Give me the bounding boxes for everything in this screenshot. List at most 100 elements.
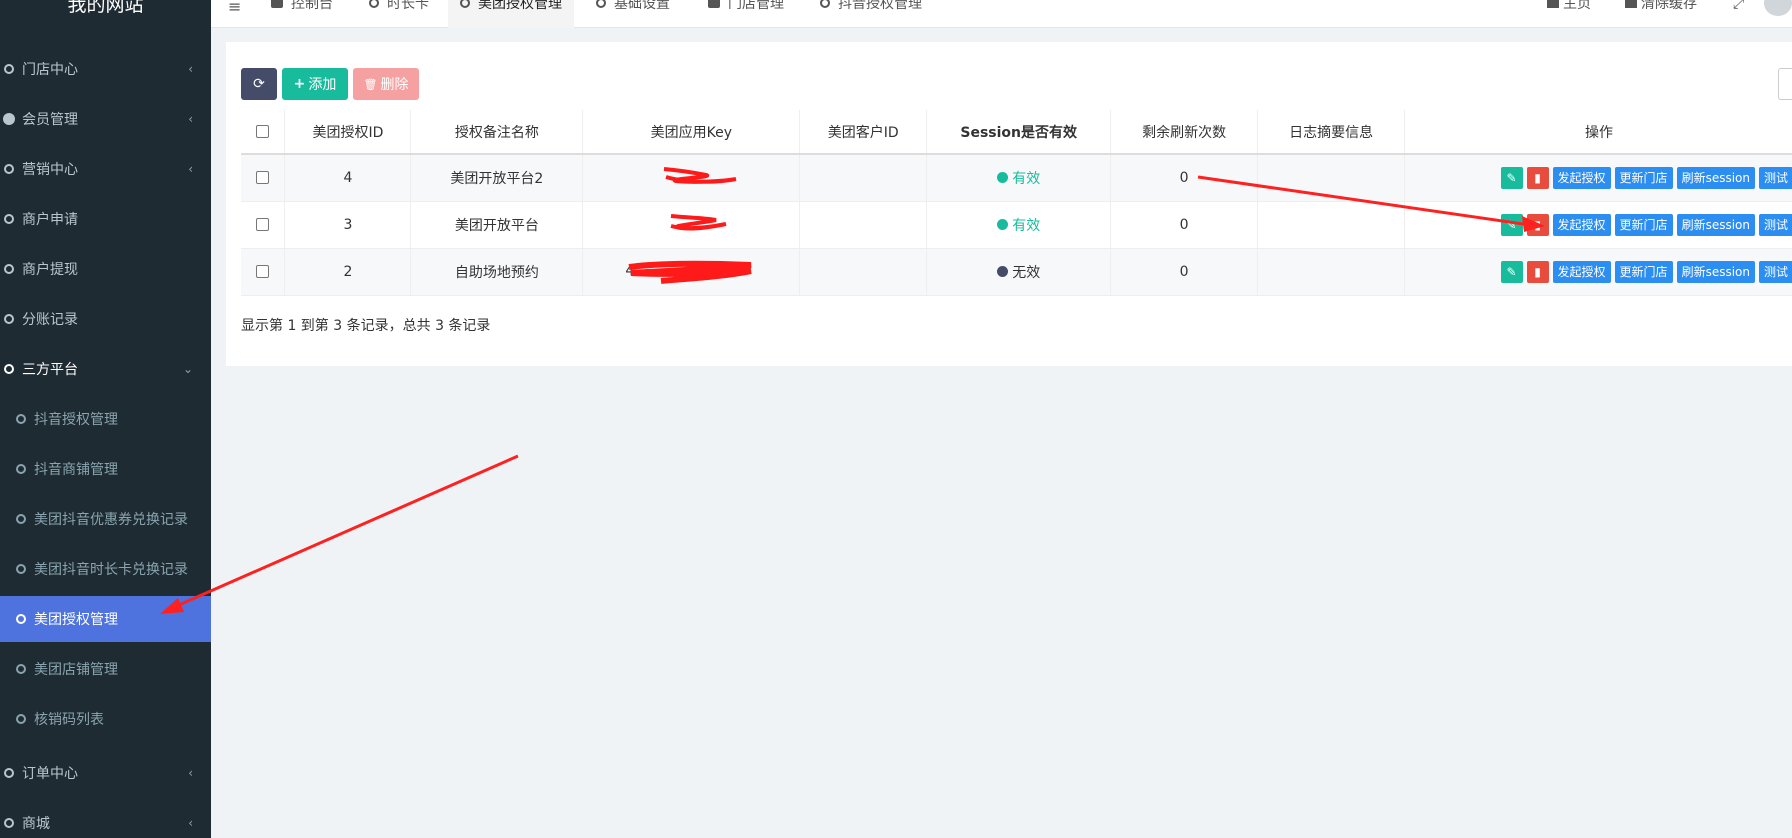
circle-icon	[4, 214, 14, 224]
select-all-checkbox[interactable]	[256, 125, 270, 138]
sidebar-subitem-label: 核销码列表	[34, 712, 104, 728]
tab-label: 美团授权管理	[478, 0, 562, 12]
tab-store-management[interactable]: 门店管理	[696, 0, 796, 28]
refresh-session-button[interactable]: 刷新session	[1676, 166, 1755, 189]
refresh-session-button[interactable]: 刷新session	[1676, 213, 1755, 236]
tab-label: 时长卡	[387, 0, 429, 12]
authorize-button[interactable]: 发起授权	[1552, 213, 1611, 236]
home-link[interactable]: 主页	[1547, 0, 1591, 11]
delete-row-button[interactable]: ▮	[1526, 213, 1549, 236]
edit-button[interactable]: ✎	[1500, 166, 1523, 189]
clear-cache-label: 清除缓存	[1641, 0, 1697, 12]
trash-icon: ▮	[1534, 170, 1541, 185]
sidebar-subitem-verify-codes[interactable]: 核销码列表	[0, 696, 211, 742]
sidebar-item-merchant-withdraw[interactable]: 商户提现	[0, 246, 211, 292]
clear-cache-link[interactable]: 清除缓存	[1625, 0, 1697, 11]
sidebar-subitem-duration-records[interactable]: 美团抖音时长卡兑换记录	[0, 546, 211, 592]
cell-id: 4	[284, 154, 412, 202]
test-button[interactable]: 测试	[1758, 260, 1792, 283]
tab-douyin-auth[interactable]: 抖音授权管理	[808, 0, 934, 28]
col-header[interactable]: 剩余刷新次数	[1110, 110, 1259, 155]
pencil-icon: ✎	[1506, 264, 1517, 279]
sidebar-subitem-label: 美团抖音时长卡兑换记录	[34, 562, 188, 578]
sidebar-item-store-center[interactable]: 门店中心 ‹	[0, 46, 211, 92]
circle-icon	[16, 514, 26, 524]
refresh-session-button[interactable]: 刷新session	[1676, 260, 1755, 283]
menu-toggle-icon[interactable]: ≡	[228, 0, 241, 16]
circle-icon	[596, 0, 606, 8]
row-checkbox[interactable]	[256, 265, 270, 278]
plus-icon: +	[293, 76, 306, 92]
dashboard-icon	[271, 0, 283, 8]
col-header[interactable]: Session是否有效	[926, 110, 1112, 155]
sidebar-item-orders[interactable]: 订单中心 ‹	[0, 750, 211, 796]
sidebar-item-merchant-apply[interactable]: 商户申请	[0, 196, 211, 242]
circle-icon	[16, 564, 26, 574]
sidebar-item-marketing[interactable]: 营销中心 ‹	[0, 146, 211, 192]
authorize-button[interactable]: 发起授权	[1552, 260, 1611, 283]
delete-row-button[interactable]: ▮	[1526, 260, 1549, 283]
update-store-button[interactable]: 更新门店	[1614, 166, 1673, 189]
edit-button[interactable]: ✎	[1500, 260, 1523, 283]
sidebar-subitem-coupon-records[interactable]: 美团抖音优惠券兑换记录	[0, 496, 211, 542]
leaf-icon	[708, 0, 720, 8]
tab-meituan-auth[interactable]: 美团授权管理	[448, 0, 574, 28]
row-checkbox[interactable]	[256, 218, 270, 231]
sidebar-subitem-douyin-shops[interactable]: 抖音商铺管理	[0, 446, 211, 492]
circle-icon	[16, 614, 26, 624]
update-store-button[interactable]: 更新门店	[1614, 260, 1673, 283]
sidebar-item-third-party[interactable]: 三方平台 ⌄	[0, 346, 211, 392]
col-header[interactable]: 授权备注名称	[410, 110, 584, 155]
circle-icon	[4, 264, 14, 274]
pagination-info: 显示第 1 到第 3 条记录，总共 3 条记录	[241, 318, 491, 334]
circle-icon	[4, 768, 14, 778]
table-header-row: 美团授权ID 授权备注名称 美团应用Key 美团客户ID Session是否有效…	[241, 110, 1792, 155]
sidebar-subitem-douyin-auth[interactable]: 抖音授权管理	[0, 396, 211, 442]
delete-button[interactable]: 🗑 删除	[353, 68, 419, 100]
chevron-down-icon: ⌄	[182, 362, 193, 376]
sidebar-item-label: 会员管理	[22, 112, 78, 128]
content-panel: ⟳ + 添加 🗑 删除 美团授权ID 授权备注名称 美团应用Key 美团客户ID…	[226, 42, 1792, 366]
refresh-button[interactable]: ⟳	[241, 68, 277, 100]
fullscreen-icon[interactable]: ⤢	[1733, 0, 1744, 11]
authorize-button[interactable]: 发起授权	[1552, 166, 1611, 189]
cell-client-id	[799, 201, 928, 249]
tab-duration-card[interactable]: 时长卡	[357, 0, 441, 28]
sidebar-subitem-meituan-auth[interactable]: 美团授权管理	[0, 596, 211, 642]
sidebar-subitem-meituan-shops[interactable]: 美团店铺管理	[0, 646, 211, 692]
test-button[interactable]: 测试	[1758, 213, 1792, 236]
col-header[interactable]: 美团应用Key	[582, 110, 801, 155]
row-select-cell	[241, 154, 286, 202]
delete-row-button[interactable]: ▮	[1526, 166, 1549, 189]
sidebar-item-members[interactable]: 会员管理 ‹	[0, 96, 211, 142]
sidebar-subitem-label: 抖音商铺管理	[34, 462, 118, 478]
cell-log	[1257, 201, 1406, 249]
update-store-button[interactable]: 更新门店	[1614, 213, 1673, 236]
cell-key: 4	[582, 248, 801, 296]
cell-remaining: 0	[1110, 154, 1259, 202]
columns-toggle-button[interactable]	[1778, 68, 1792, 100]
row-checkbox[interactable]	[256, 171, 270, 185]
status-label: 无效	[1012, 264, 1041, 281]
cell-name: 美团开放平台2	[410, 154, 584, 202]
col-header[interactable]: 日志摘要信息	[1257, 110, 1406, 155]
sidebar-item-split-records[interactable]: 分账记录	[0, 296, 211, 342]
cell-actions: ✎ ▮ 发起授权 更新门店 刷新session 测试	[1404, 154, 1792, 202]
trash-icon: ▮	[1534, 264, 1541, 279]
cell-remaining: 0	[1110, 201, 1259, 249]
table-row: 4 美团开放平台2 有效 0 ✎ ▮ 发起授权 更新门店 刷新session 测…	[241, 154, 1792, 202]
col-header[interactable]: 美团客户ID	[799, 110, 928, 155]
sidebar-item-label: 门店中心	[22, 62, 78, 78]
tab-dashboard[interactable]: 控制台	[259, 0, 345, 28]
cell-log	[1257, 248, 1406, 296]
add-button[interactable]: + 添加	[282, 68, 348, 100]
sidebar-item-mall[interactable]: 商城 ‹	[0, 800, 211, 838]
sidebar-subitem-label: 美团店铺管理	[34, 662, 118, 678]
test-button[interactable]: 测试	[1758, 166, 1792, 189]
tab-label: 基础设置	[614, 0, 670, 12]
avatar[interactable]	[1764, 0, 1792, 16]
edit-button[interactable]: ✎	[1500, 213, 1523, 236]
tab-basic-settings[interactable]: 基础设置	[584, 0, 682, 28]
select-all-cell	[241, 110, 286, 155]
col-header[interactable]: 美团授权ID	[284, 110, 412, 155]
